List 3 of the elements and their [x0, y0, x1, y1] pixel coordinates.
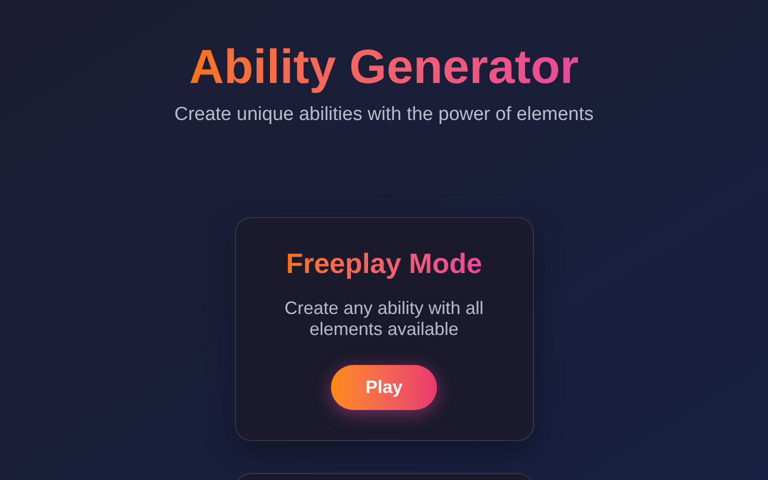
play-button[interactable]: Play — [331, 365, 437, 410]
mode-description: Create any ability with all elements available — [283, 298, 485, 340]
page-subtitle: Create unique abilities with the power of elements — [174, 103, 594, 127]
